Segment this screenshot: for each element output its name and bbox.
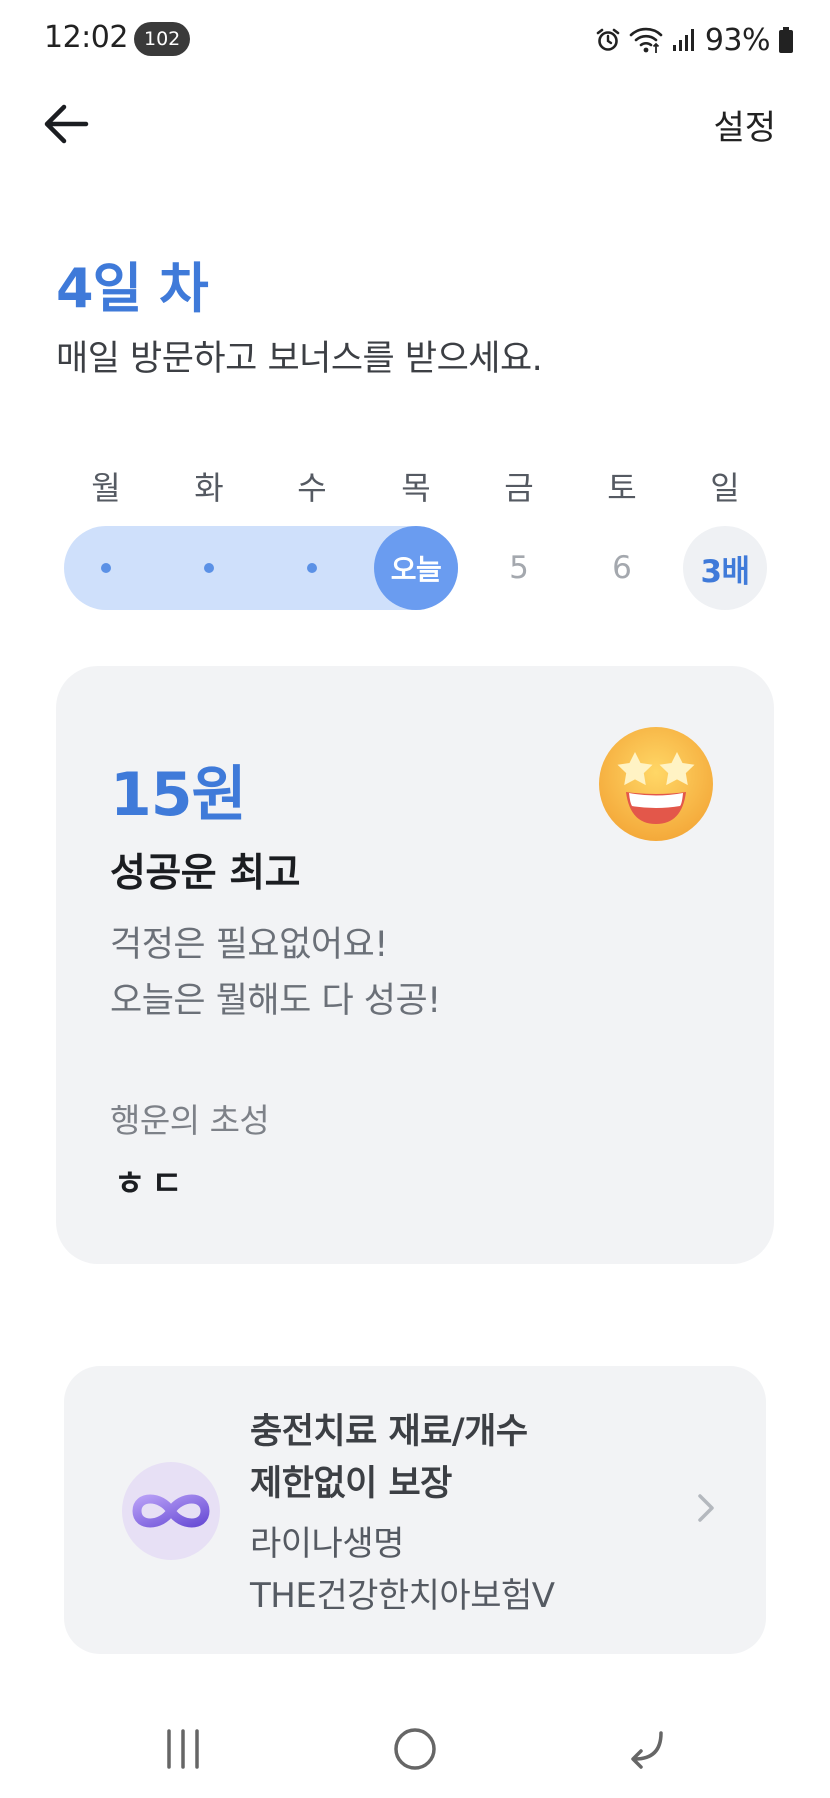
day-slot-bonus: 3배 xyxy=(683,526,767,610)
fortune-title: 성공운 최고 xyxy=(110,851,300,896)
weekday-mon: 월 xyxy=(91,469,121,507)
checked-dot xyxy=(101,563,111,573)
checked-dot xyxy=(307,563,317,573)
notification-count-badge: 102 xyxy=(134,22,191,56)
fortune-card: 15원 성공운 최고 걱정은 필요없어요! 오늘은 뭘해도 다 성공! 행운의 … xyxy=(56,666,774,1264)
settings-button[interactable]: 설정 xyxy=(713,100,776,149)
day-slot-done xyxy=(64,526,148,610)
home-button[interactable] xyxy=(370,1714,460,1784)
ad-body: 라이나생명 THE건강한치아보험V xyxy=(250,1518,555,1622)
battery-percent: 93% xyxy=(704,22,771,58)
back-button[interactable] xyxy=(38,96,94,152)
recents-button[interactable] xyxy=(138,1714,228,1784)
status-icons: 93% xyxy=(595,20,794,60)
alarm-icon xyxy=(595,27,621,53)
future-day-number: 6 xyxy=(612,550,632,586)
weekday-thu: 목 xyxy=(401,469,431,507)
day-count-title: 4일 차 xyxy=(56,257,209,320)
infinity-icon xyxy=(122,1462,220,1560)
back-icon xyxy=(631,1731,663,1769)
ad-headline-line: 충전치료 재료/개수 xyxy=(250,1412,528,1452)
signal-icon xyxy=(671,27,697,53)
day-slot-today: 오늘 xyxy=(374,526,458,610)
ad-headline-line: 제한없이 보장 xyxy=(250,1464,452,1504)
battery-icon xyxy=(778,26,794,54)
star-struck-emoji-icon xyxy=(598,726,714,842)
day-slot-done xyxy=(270,526,354,610)
ad-product-name: THE건강한치아보험V xyxy=(250,1576,555,1616)
back-nav-button[interactable] xyxy=(600,1714,690,1784)
attendance-page: 12:02 102 93% 설정 4일 차 매일 방문하고 보너스를 받으세요.… xyxy=(0,0,830,1798)
lucky-initials-value: ㅎㄷ xyxy=(114,1164,189,1204)
bonus-multiplier-badge: 3배 xyxy=(683,526,767,610)
chevron-right-icon xyxy=(696,1492,716,1528)
today-marker: 오늘 xyxy=(374,526,458,610)
back-arrow-icon xyxy=(44,104,89,144)
ad-banner[interactable]: 충전치료 재료/개수 제한없이 보장 라이나생명 THE건강한치아보험V xyxy=(64,1366,766,1654)
system-nav-bar xyxy=(0,1700,830,1798)
weekday-row: 월 화 수 목 금 토 일 xyxy=(64,463,774,513)
lucky-initials-label: 행운의 초성 xyxy=(110,1101,270,1140)
day-slot-done xyxy=(167,526,251,610)
weekday-fri: 금 xyxy=(504,469,534,507)
future-day-number: 5 xyxy=(509,550,529,586)
attendance-subtitle: 매일 방문하고 보너스를 받으세요. xyxy=(56,339,543,379)
reward-amount: 15원 xyxy=(110,760,247,830)
weekday-wed: 수 xyxy=(297,469,327,507)
recents-icon xyxy=(167,1729,199,1769)
fortune-message-line: 오늘은 뭘해도 다 성공! xyxy=(110,981,441,1021)
weekday-sun: 일 xyxy=(710,469,740,507)
day-slot-future: 6 xyxy=(580,526,664,610)
home-icon xyxy=(394,1728,436,1770)
fortune-message-line: 걱정은 필요없어요! xyxy=(110,925,388,965)
ad-advertiser: 라이나생명 xyxy=(250,1524,404,1564)
checked-dot xyxy=(204,563,214,573)
status-bar: 12:02 102 93% xyxy=(0,0,830,80)
status-time: 12:02 xyxy=(44,20,128,55)
weekday-sat: 토 xyxy=(607,469,637,507)
day-slot-future: 5 xyxy=(477,526,561,610)
wifi-icon xyxy=(629,26,663,54)
ad-headline: 충전치료 재료/개수 제한없이 보장 xyxy=(250,1406,528,1510)
weekday-tue: 화 xyxy=(194,469,224,507)
